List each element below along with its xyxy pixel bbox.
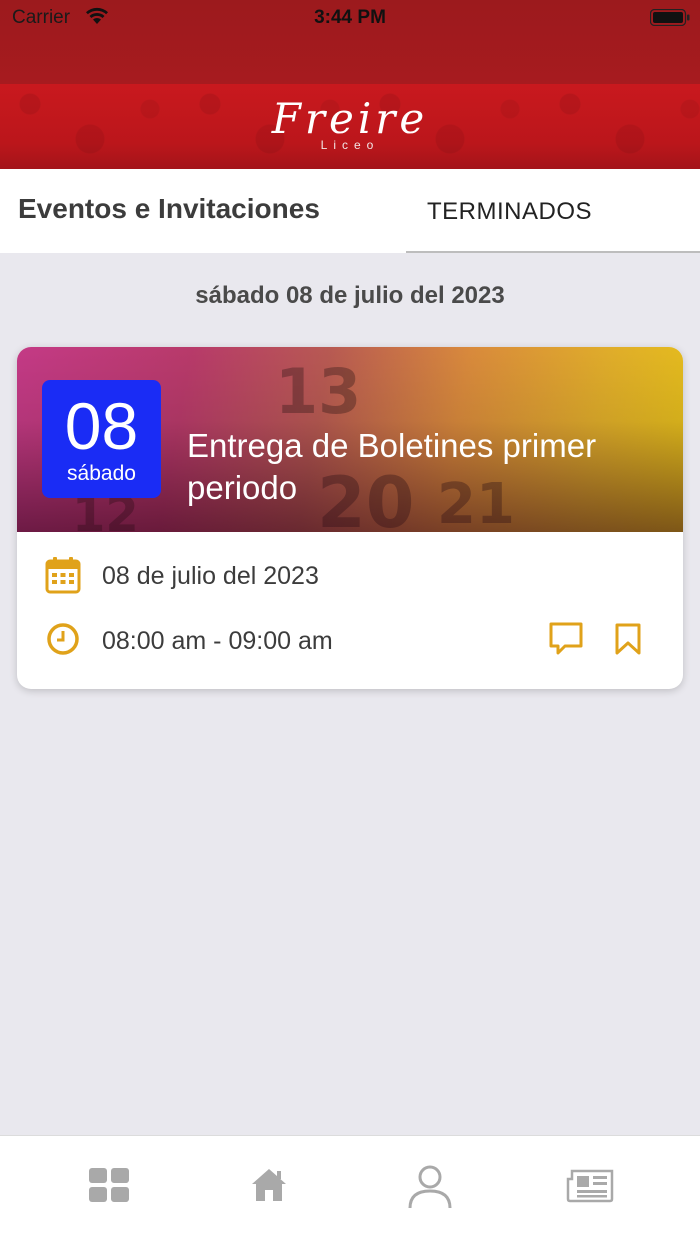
- section-date-heading: sábado 08 de julio del 2023: [195, 282, 505, 309]
- tab-terminados-label: TERMINADOS: [427, 198, 593, 225]
- status-time: 3:44 PM: [314, 7, 386, 28]
- battery-icon: [650, 9, 690, 26]
- event-title: Entrega de Boletines primer periodo: [187, 427, 597, 506]
- comment-icon[interactable]: [548, 621, 584, 657]
- clock-icon: [47, 623, 79, 655]
- tab-terminados[interactable]: TERMINADOS: [406, 169, 700, 253]
- bottom-nav: [0, 1135, 700, 1244]
- event-time-text: 08:00 am - 09:00 am: [102, 627, 333, 655]
- home-icon[interactable]: [249, 1166, 289, 1204]
- newspaper-icon[interactable]: [566, 1169, 614, 1203]
- event-card[interactable]: 13 20 21 12 08 sábado Entrega de Boletin…: [17, 347, 683, 689]
- date-badge-weekday: sábado: [67, 462, 136, 485]
- status-bar: Carrier 3:44 PM: [0, 0, 700, 40]
- event-time-row: 08:00 am - 09:00 am: [17, 615, 683, 665]
- date-badge: 08 sábado: [42, 380, 161, 498]
- event-date-row: 08 de julio del 2023: [17, 550, 683, 600]
- date-badge-day: 08: [64, 389, 139, 463]
- bookmark-icon[interactable]: [615, 623, 641, 655]
- grid-icon[interactable]: [88, 1167, 130, 1203]
- app-logo-subtitle: Liceo: [320, 138, 380, 152]
- tab-bar: Eventos e Invitaciones TERMINADOS: [0, 169, 700, 253]
- user-icon[interactable]: [407, 1165, 453, 1209]
- app-logo: Freire: [271, 94, 429, 143]
- app-header: Carrier 3:44 PM Freire Liceo: [0, 0, 700, 169]
- event-banner: 13 20 21 12 08 sábado Entrega de Boletin…: [17, 347, 683, 532]
- page-title: Eventos e Invitaciones: [18, 193, 320, 224]
- event-date-text: 08 de julio del 2023: [102, 562, 319, 590]
- calendar-icon: [45, 557, 81, 594]
